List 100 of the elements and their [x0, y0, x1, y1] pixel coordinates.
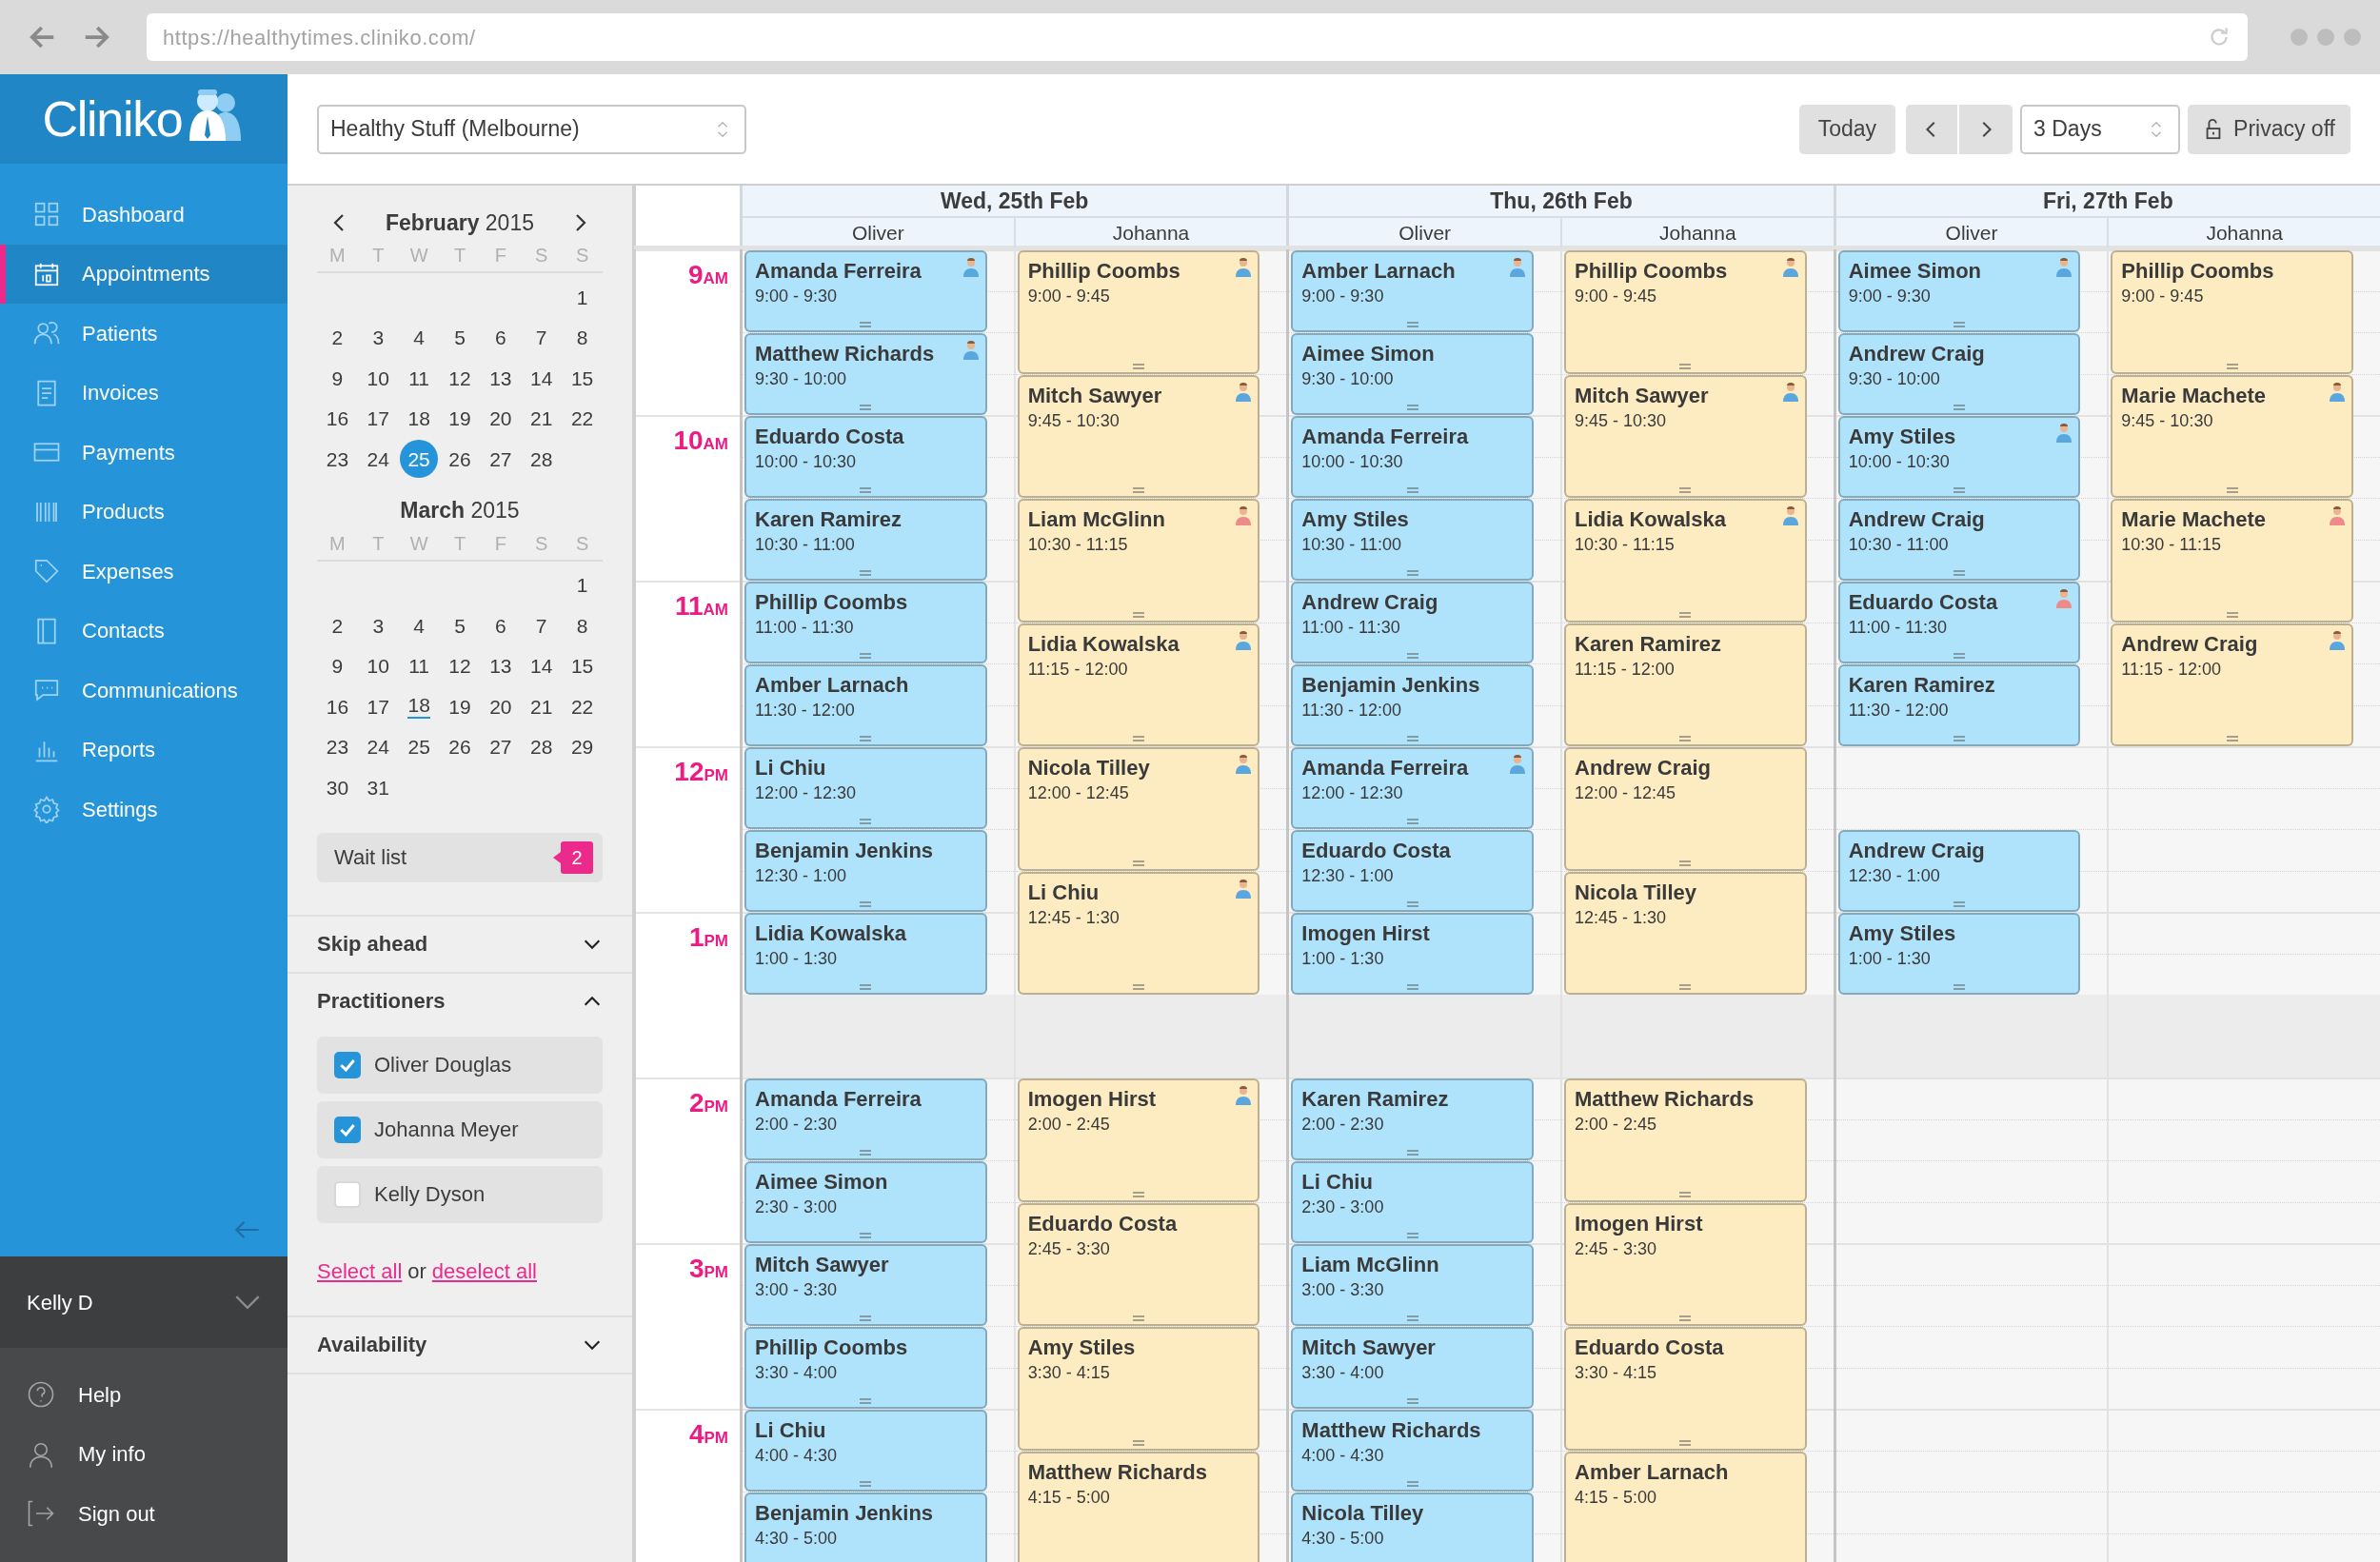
drag-handle-icon[interactable]: [1133, 363, 1144, 369]
appointment-card[interactable]: Amanda Ferreira 9:00 - 9:30: [744, 250, 987, 332]
calendar-day[interactable]: 18: [407, 404, 430, 434]
drag-handle-icon[interactable]: [1133, 984, 1144, 990]
appointment-card[interactable]: Nicola Tilley 12:45 - 1:30: [1564, 871, 1807, 995]
calendar-day[interactable]: 14: [530, 651, 553, 682]
drag-handle-icon[interactable]: [860, 405, 872, 410]
calendar-day[interactable]: 16: [326, 404, 349, 434]
drag-handle-icon[interactable]: [1406, 322, 1418, 327]
user-menu[interactable]: Kelly D: [0, 1256, 288, 1348]
calendar-day[interactable]: 20: [489, 404, 512, 434]
drag-handle-icon[interactable]: [860, 819, 872, 824]
appointment-card[interactable]: Liam McGlinn 3:00 - 3:30: [1291, 1244, 1534, 1326]
drag-handle-icon[interactable]: [1406, 736, 1418, 741]
appointment-card[interactable]: Matthew Richards 2:00 - 2:45: [1564, 1078, 1807, 1202]
appointment-card[interactable]: Mitch Sawyer 9:45 - 10:30: [1564, 374, 1807, 498]
section-header[interactable]: Availability: [317, 1316, 603, 1373]
wait-list-button[interactable]: Wait list 2: [317, 832, 603, 882]
appointment-card[interactable]: Andrew Craig 11:00 - 11:30: [1291, 582, 1534, 663]
drag-handle-icon[interactable]: [1679, 487, 1692, 493]
drag-handle-icon[interactable]: [1133, 487, 1144, 493]
appointment-card[interactable]: Benjamin Jenkins 12:30 - 1:00: [744, 830, 987, 912]
drag-handle-icon[interactable]: [1406, 984, 1418, 990]
calendar-day[interactable]: 19: [448, 404, 471, 434]
calendar-day[interactable]: 28: [530, 444, 553, 474]
appointment-card[interactable]: Imogen Hirst 1:00 - 1:30: [1291, 913, 1534, 995]
appointment-card[interactable]: Marie Machete 10:30 - 11:15: [2111, 499, 2353, 623]
drag-handle-icon[interactable]: [2226, 611, 2238, 618]
appointment-card[interactable]: Matthew Richards 4:15 - 5:00: [1017, 1451, 1260, 1562]
footer-menu-item[interactable]: Help: [0, 1365, 288, 1425]
calendar-day[interactable]: 15: [570, 363, 594, 393]
calendar-day[interactable]: 12: [448, 363, 471, 393]
appointment-card[interactable]: Mitch Sawyer 9:45 - 10:30: [1017, 374, 1260, 498]
appointment-card[interactable]: Matthew Richards 9:30 - 10:00: [744, 333, 987, 415]
calendar-day[interactable]: 10: [367, 363, 389, 393]
drag-handle-icon[interactable]: [1679, 611, 1692, 618]
calendar-day[interactable]: 23: [326, 732, 349, 762]
drag-handle-icon[interactable]: [1679, 736, 1692, 741]
drag-handle-icon[interactable]: [860, 1233, 872, 1238]
calendar-day[interactable]: 26: [448, 732, 471, 762]
appointment-card[interactable]: Li Chiu 4:00 - 4:30: [744, 1410, 987, 1492]
appointment-card[interactable]: Matthew Richards 4:00 - 4:30: [1291, 1410, 1534, 1492]
appointment-card[interactable]: Phillip Coombs 3:30 - 4:00: [744, 1327, 987, 1409]
drag-handle-icon[interactable]: [1954, 901, 1965, 907]
appointment-card[interactable]: Eduardo Costa 12:30 - 1:00: [1291, 830, 1534, 912]
drag-handle-icon[interactable]: [860, 1315, 872, 1321]
appointment-card[interactable]: Imogen Hirst 2:45 - 3:30: [1564, 1202, 1807, 1326]
drag-handle-icon[interactable]: [1954, 487, 1965, 493]
calendar-day[interactable]: 7: [535, 610, 547, 641]
calendar-day[interactable]: 16: [326, 691, 349, 722]
calendar-day[interactable]: 25: [407, 732, 430, 762]
drag-handle-icon[interactable]: [1679, 984, 1692, 990]
calendar-day[interactable]: 15: [570, 651, 594, 682]
drag-handle-icon[interactable]: [2226, 736, 2238, 741]
appointment-card[interactable]: Nicola Tilley 4:30 - 5:00: [1291, 1493, 1534, 1562]
drag-handle-icon[interactable]: [1406, 405, 1418, 410]
appointment-card[interactable]: Andrew Craig 10:30 - 11:00: [1837, 499, 2081, 581]
drag-handle-icon[interactable]: [1406, 1233, 1418, 1238]
appointment-card[interactable]: Andrew Craig 11:15 - 12:00: [2111, 623, 2353, 746]
appointment-card[interactable]: Lidia Kowalska 11:15 - 12:00: [1017, 623, 1260, 746]
appointment-card[interactable]: Liam McGlinn 10:30 - 11:15: [1017, 499, 1260, 623]
view-select[interactable]: 3 Days: [2020, 104, 2181, 154]
drag-handle-icon[interactable]: [860, 653, 872, 659]
calendar-day[interactable]: 6: [495, 323, 506, 353]
drag-handle-icon[interactable]: [860, 901, 872, 907]
drag-handle-icon[interactable]: [1133, 736, 1144, 741]
drag-handle-icon[interactable]: [860, 984, 872, 990]
drag-handle-icon[interactable]: [2226, 363, 2238, 369]
appointment-card[interactable]: Aimee Simon 2:30 - 3:00: [744, 1161, 987, 1243]
calendar-day[interactable]: 7: [535, 323, 547, 353]
calendar-day[interactable]: 30: [326, 772, 349, 802]
drag-handle-icon[interactable]: [1406, 901, 1418, 907]
drag-handle-icon[interactable]: [1406, 653, 1418, 659]
drag-handle-icon[interactable]: [1133, 1315, 1144, 1321]
calendar-day[interactable]: 1: [576, 570, 588, 601]
calendar-day[interactable]: 12: [448, 651, 471, 682]
privacy-button[interactable]: Privacy off: [2188, 104, 2350, 154]
appointment-card[interactable]: Lidia Kowalska 10:30 - 11:15: [1564, 499, 1807, 623]
appointment-card[interactable]: Mitch Sawyer 3:30 - 4:00: [1291, 1327, 1534, 1409]
drag-handle-icon[interactable]: [1679, 1191, 1692, 1197]
calendar-day[interactable]: 17: [367, 691, 389, 722]
calendar-day[interactable]: 4: [413, 610, 425, 641]
drag-handle-icon[interactable]: [1679, 1315, 1692, 1321]
drag-handle-icon[interactable]: [860, 322, 872, 327]
drag-handle-icon[interactable]: [1133, 1191, 1144, 1197]
calendar-day[interactable]: 11: [408, 651, 430, 682]
drag-handle-icon[interactable]: [860, 1398, 872, 1404]
drag-handle-icon[interactable]: [1133, 1439, 1144, 1446]
calendar-day[interactable]: 9: [331, 363, 344, 393]
practitioner-checkbox[interactable]: Oliver Douglas: [317, 1036, 603, 1094]
today-button[interactable]: Today: [1798, 104, 1896, 154]
drag-handle-icon[interactable]: [1406, 570, 1418, 576]
calendar-day[interactable]: 3: [372, 610, 385, 641]
calendar-day[interactable]: 2: [331, 610, 344, 641]
drag-handle-icon[interactable]: [1406, 1481, 1418, 1487]
calendar-day[interactable]: 24: [367, 732, 389, 762]
calendar-day[interactable]: 24: [367, 444, 389, 474]
appointment-card[interactable]: Phillip Coombs 11:00 - 11:30: [744, 582, 987, 663]
practitioner-checkbox[interactable]: Kelly Dyson: [317, 1165, 603, 1223]
calendar-day[interactable]: 1: [576, 282, 588, 312]
